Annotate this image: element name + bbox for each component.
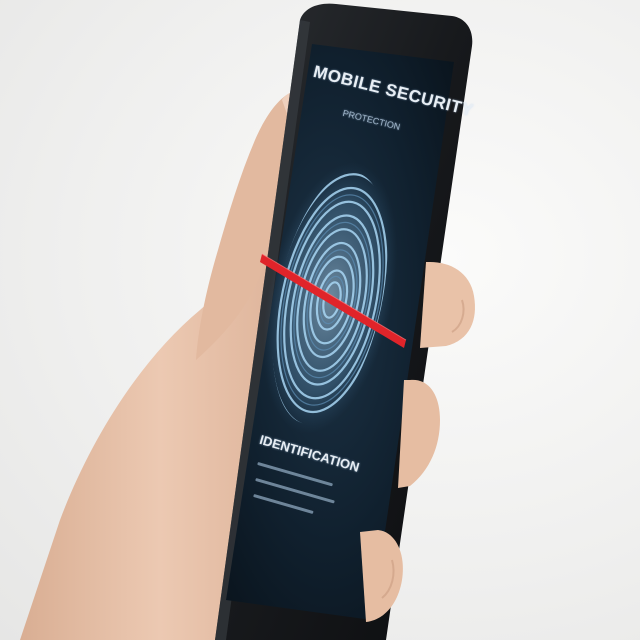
scene-drawing bbox=[20, 3, 475, 640]
finger-3 bbox=[360, 530, 403, 622]
finger-1 bbox=[420, 262, 475, 348]
finger-2 bbox=[398, 379, 440, 488]
photo-scene: MOBILE SECURITY PROTECTION IDENTIFICATIO… bbox=[0, 0, 640, 640]
